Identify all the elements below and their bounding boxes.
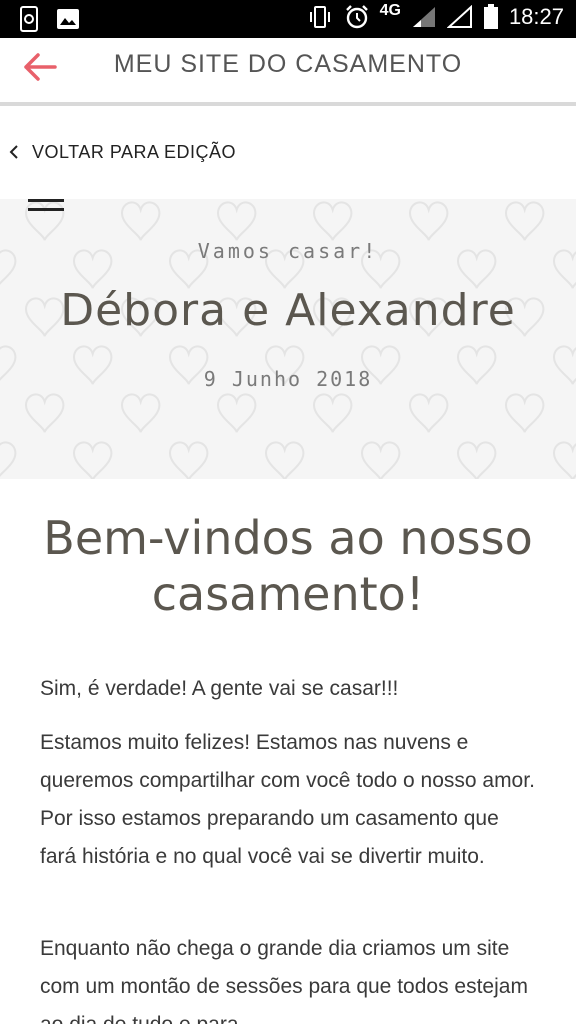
image-icon <box>57 9 79 29</box>
heart-icon <box>408 201 449 241</box>
signal-icon <box>412 7 435 27</box>
app-bar: MEU SITE DO CASAMENTO <box>0 38 576 106</box>
back-to-edit-link[interactable]: VOLTAR PARA EDIÇÃO <box>0 110 576 200</box>
vibrate-icon <box>309 6 330 28</box>
heart-icon <box>216 393 257 433</box>
hamburger-icon[interactable] <box>28 199 64 217</box>
hero-banner: Vamos casar! Débora e Alexandre 9 Junho … <box>0 199 576 479</box>
status-left <box>18 6 80 32</box>
back-to-edit-label: VOLTAR PARA EDIÇÃO <box>32 142 237 162</box>
heart-icon <box>504 201 545 241</box>
heart-icon <box>216 201 257 241</box>
paragraph: Sim, é verdade! A gente vai se casar!!! <box>40 677 399 700</box>
heart-icon <box>456 441 497 479</box>
status-right: 4G 18:27 <box>306 2 564 30</box>
hero-tagline: Vamos casar! <box>197 239 379 263</box>
heart-icon <box>168 441 209 479</box>
signal-icon <box>446 5 472 28</box>
heart-icon <box>552 441 576 479</box>
heart-icon <box>504 393 545 433</box>
chevron-left-icon <box>9 145 18 159</box>
heart-icon <box>312 201 353 241</box>
heart-icon <box>312 393 353 433</box>
heart-icon <box>264 441 305 479</box>
status-bar: 4G 18:27 <box>0 0 576 38</box>
heart-icon <box>120 393 161 433</box>
heart-icon <box>120 201 161 241</box>
battery-icon <box>483 4 498 29</box>
welcome-heading: Bem-vindos ao nosso casamento! <box>43 511 533 621</box>
alarm-icon <box>345 5 368 29</box>
heart-icon <box>24 393 65 433</box>
couple-names: Débora e Alexandre <box>60 285 516 336</box>
wedding-date: 9 Junho 2018 <box>203 367 373 391</box>
sync-icon <box>20 6 38 32</box>
paragraph: Estamos muito felizes! Estamos nas nuven… <box>40 731 535 868</box>
page-title: MEU SITE DO CASAMENTO <box>113 50 463 78</box>
clock: 18:27 <box>508 4 564 29</box>
network-type: 4G <box>379 2 401 19</box>
heart-icon <box>408 393 449 433</box>
heart-icon <box>0 441 17 477</box>
heart-icon <box>72 441 113 479</box>
paragraph: Enquanto não chega o grande dia criamos … <box>40 937 528 1024</box>
heart-icon <box>360 441 401 479</box>
